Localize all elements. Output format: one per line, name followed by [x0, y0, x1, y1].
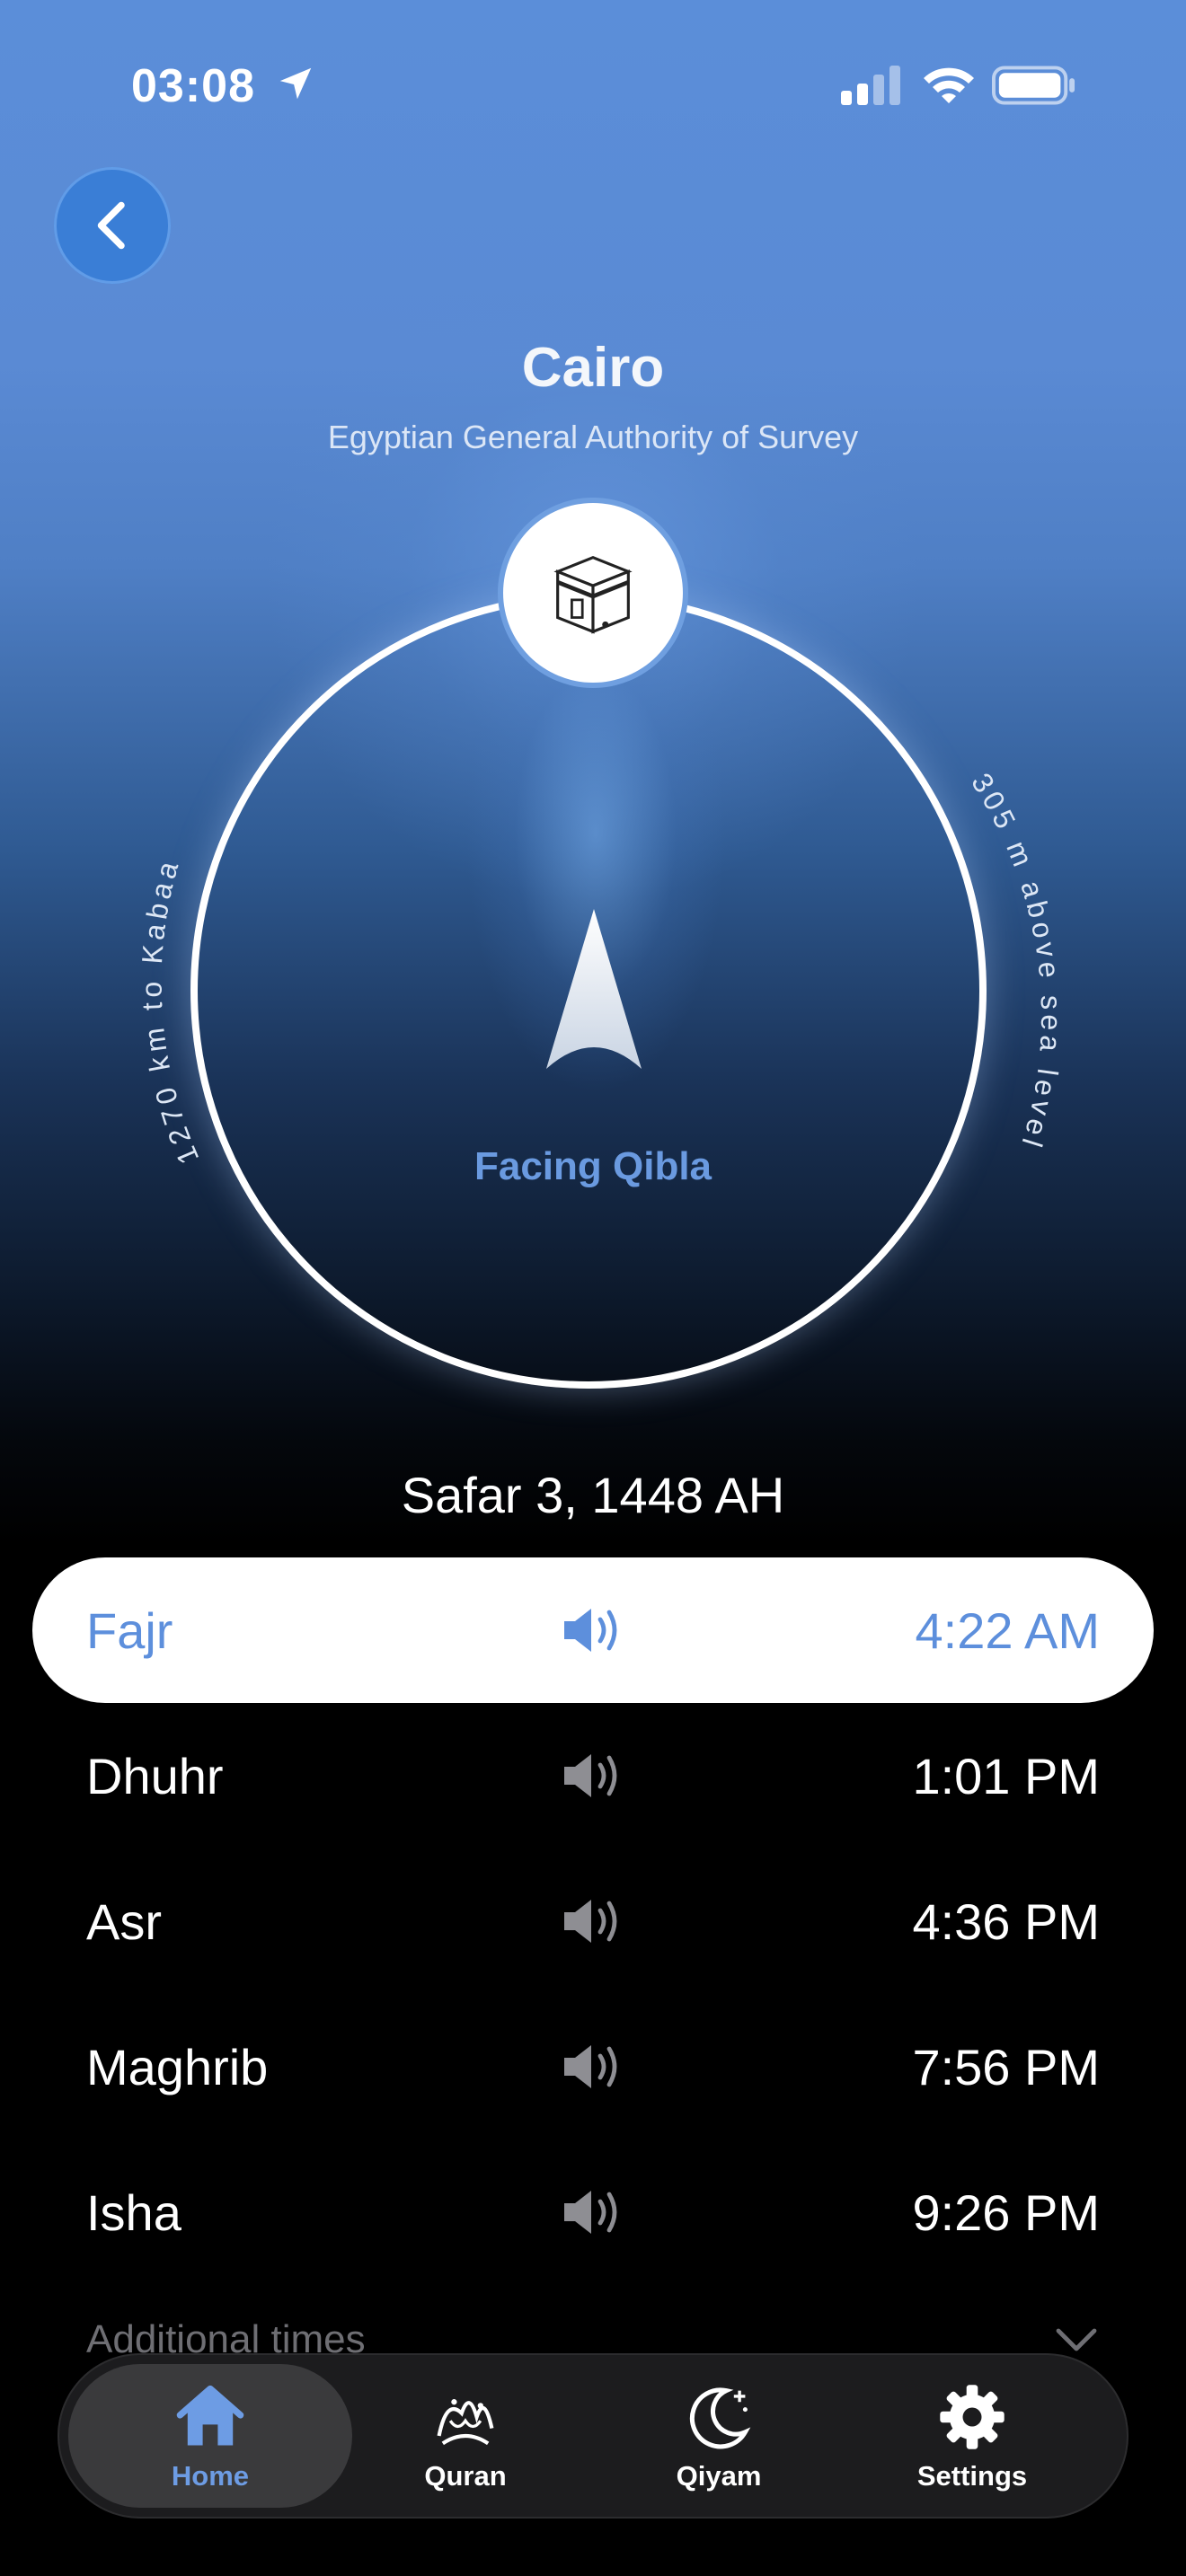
- calculation-method: Egyptian General Authority of Survey: [327, 419, 859, 455]
- tab-quran[interactable]: Quran: [323, 2364, 607, 2508]
- speaker-icon[interactable]: [561, 1895, 625, 1947]
- speaker-icon[interactable]: [561, 1750, 625, 1802]
- tab-bar: Home Quran Qiyam Settings: [58, 2353, 1128, 2519]
- prayer-row-isha[interactable]: Isha 9:26 PM: [32, 2139, 1154, 2285]
- speaker-icon[interactable]: [561, 2186, 625, 2238]
- prayer-name: Dhuhr: [86, 1747, 224, 1804]
- status-time: 03:08: [131, 60, 255, 112]
- home-icon: [176, 2385, 244, 2446]
- prayer-row-asr[interactable]: Asr 4:36 PM: [32, 1848, 1154, 1994]
- prayer-row-fajr[interactable]: Fajr 4:22 AM: [32, 1557, 1154, 1703]
- battery-icon: [992, 66, 1075, 105]
- kaaba-badge: [503, 503, 683, 683]
- tab-label: Quran: [424, 2460, 507, 2492]
- prayer-name: Fajr: [86, 1601, 173, 1659]
- chevron-down-icon[interactable]: [1055, 2326, 1098, 2353]
- prayer-time: 1:01 PM: [912, 1747, 1100, 1804]
- prayer-time: 4:36 PM: [912, 1892, 1100, 1950]
- tab-settings[interactable]: Settings: [830, 2364, 1114, 2508]
- tab-label: Settings: [916, 2460, 1028, 2492]
- back-button[interactable]: [54, 167, 171, 284]
- prayer-row-dhuhr[interactable]: Dhuhr 1:01 PM: [32, 1703, 1154, 1848]
- tab-label: Home: [171, 2460, 250, 2492]
- qibla-direction-arrow-icon: [546, 909, 642, 1069]
- speaker-icon[interactable]: [561, 1604, 625, 1656]
- kaaba-icon: [553, 555, 633, 634]
- prayer-time: 4:22 AM: [915, 1601, 1100, 1659]
- facing-qibla-label: Facing Qibla: [474, 1144, 712, 1188]
- cellular-signal-icon: [841, 66, 900, 105]
- tab-home[interactable]: Home: [68, 2364, 352, 2508]
- tab-qiyam[interactable]: Qiyam: [577, 2364, 861, 2508]
- prayer-name: Isha: [86, 2183, 181, 2241]
- location-arrow-icon: [279, 67, 312, 100]
- gear-icon: [940, 2385, 1005, 2449]
- prayer-row-maghrib[interactable]: Maghrib 7:56 PM: [32, 1994, 1154, 2139]
- prayer-time: 9:26 PM: [912, 2183, 1100, 2241]
- prayer-time: 7:56 PM: [912, 2038, 1100, 2095]
- city-name: Cairo: [521, 337, 665, 399]
- prayer-name: Maghrib: [86, 2038, 269, 2095]
- prayer-name: Asr: [86, 1892, 162, 1950]
- status-bar: 03:08: [0, 0, 1186, 171]
- hijri-date: Safar 3, 1448 AH: [401, 1467, 785, 1523]
- tab-label: Qiyam: [676, 2460, 762, 2492]
- prayer-times-list: Fajr 4:22 AM Dhuhr 1:01 PM Asr 4:36 PM M…: [32, 1557, 1154, 2285]
- speaker-icon[interactable]: [561, 2041, 625, 2093]
- quran-icon: [437, 2399, 494, 2446]
- wifi-icon: [924, 67, 974, 103]
- chevron-left-icon: [97, 201, 125, 250]
- moon-icon: [689, 2387, 751, 2449]
